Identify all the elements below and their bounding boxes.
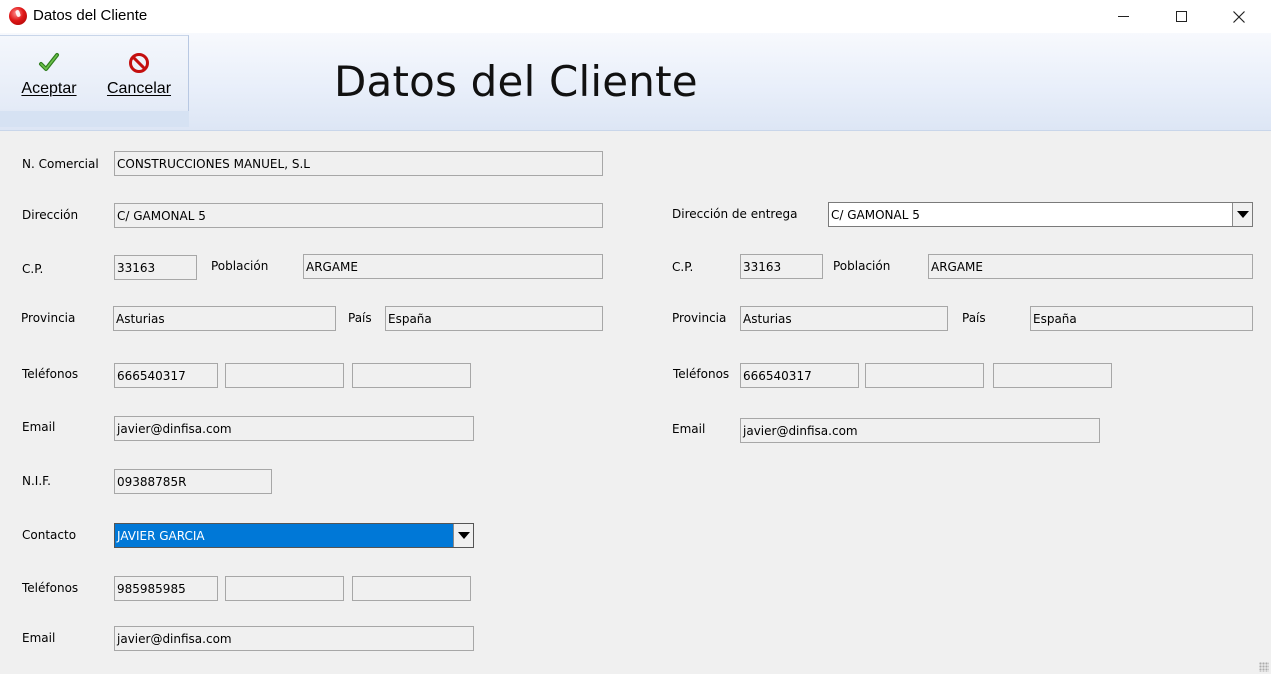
- delivery-province-label: Provincia: [672, 311, 727, 325]
- delivery-address-value: C/ GAMONAL 5: [831, 208, 920, 222]
- delivery-province-field[interactable]: Asturias: [740, 306, 948, 331]
- address-label: Dirección: [22, 208, 79, 222]
- delivery-country-field[interactable]: España: [1030, 306, 1253, 331]
- contact-phones-label: Teléfonos: [22, 581, 79, 595]
- contact-email-label: Email: [22, 631, 56, 645]
- minimize-button[interactable]: [1094, 0, 1152, 33]
- contact-label: Contacto: [22, 528, 77, 542]
- toolbar-strip: [0, 111, 189, 127]
- title-bar: Datos del Cliente: [0, 0, 1271, 33]
- delivery-email-label: Email: [672, 422, 706, 436]
- town-field[interactable]: ARGAME: [303, 254, 603, 279]
- page-title: Datos del Cliente: [334, 57, 698, 106]
- delivery-town-field[interactable]: ARGAME: [928, 254, 1253, 279]
- phone-field-2[interactable]: [225, 363, 344, 388]
- window-title: Datos del Cliente: [33, 7, 148, 24]
- accept-button[interactable]: Aceptar: [9, 46, 89, 110]
- delivery-postal-code-field[interactable]: 33163: [740, 254, 823, 279]
- contact-phone-field-1[interactable]: 985985985: [114, 576, 218, 601]
- trade-name-label: N. Comercial: [22, 157, 99, 171]
- contact-select-value: JAVIER GARCIA: [117, 529, 205, 543]
- province-field[interactable]: Asturias: [113, 306, 336, 331]
- delivery-phones-label: Teléfonos: [673, 367, 730, 381]
- phone-field-1[interactable]: 666540317: [114, 363, 218, 388]
- town-label: Población: [211, 259, 269, 273]
- close-button[interactable]: [1210, 0, 1268, 33]
- postal-code-label: C.P.: [22, 262, 44, 276]
- trade-name-field[interactable]: CONSTRUCCIONES MANUEL, S.L: [114, 151, 603, 176]
- contact-phone-field-3[interactable]: [352, 576, 471, 601]
- checkmark-icon: [39, 53, 59, 71]
- delivery-phone-field-1[interactable]: 666540317: [740, 363, 859, 388]
- minimize-icon: [1117, 16, 1129, 17]
- close-icon: [1233, 10, 1245, 23]
- resize-grip[interactable]: [1259, 662, 1269, 672]
- delivery-country-label: País: [962, 311, 986, 325]
- contact-phone-field-2[interactable]: [225, 576, 344, 601]
- delivery-email-field[interactable]: javier@dinfisa.com: [740, 418, 1100, 443]
- delivery-postal-code-label: C.P.: [672, 260, 694, 274]
- delivery-address-dropdown-button[interactable]: [1232, 203, 1252, 226]
- email-field[interactable]: javier@dinfisa.com: [114, 416, 474, 441]
- cancel-label: Cancelar: [106, 80, 172, 97]
- no-entry-icon: [129, 53, 149, 73]
- delivery-phone-field-2[interactable]: [865, 363, 984, 388]
- chevron-down-icon: [457, 532, 470, 539]
- phone-field-3[interactable]: [352, 363, 471, 388]
- accept-label: Aceptar: [21, 80, 77, 97]
- app-icon: [9, 7, 27, 25]
- postal-code-field[interactable]: 33163: [114, 255, 197, 280]
- toolbar: Aceptar Cancelar: [0, 35, 189, 127]
- nif-label: N.I.F.: [22, 474, 51, 488]
- address-field[interactable]: C/ GAMONAL 5: [114, 203, 603, 228]
- cancel-button[interactable]: Cancelar: [99, 46, 179, 110]
- delivery-address-select[interactable]: C/ GAMONAL 5: [828, 202, 1253, 227]
- contact-email-field[interactable]: javier@dinfisa.com: [114, 626, 474, 651]
- province-label: Provincia: [21, 311, 76, 325]
- delivery-address-label: Dirección de entrega: [672, 207, 798, 221]
- country-label: País: [348, 311, 372, 325]
- maximize-button[interactable]: [1152, 0, 1210, 33]
- chevron-down-icon: [1236, 211, 1249, 218]
- client-data-window: Datos del Cliente Aceptar Cancelar Datos…: [0, 0, 1271, 674]
- delivery-town-label: Población: [833, 259, 891, 273]
- contact-select[interactable]: JAVIER GARCIA: [114, 523, 474, 548]
- contact-dropdown-button[interactable]: [453, 524, 473, 547]
- header-band: Aceptar Cancelar Datos del Cliente: [0, 33, 1271, 131]
- email-label: Email: [22, 420, 56, 434]
- country-field[interactable]: España: [385, 306, 603, 331]
- nif-field[interactable]: 09388785R: [114, 469, 272, 494]
- phones-label: Teléfonos: [22, 367, 79, 381]
- maximize-icon: [1175, 11, 1187, 22]
- delivery-phone-field-3[interactable]: [993, 363, 1112, 388]
